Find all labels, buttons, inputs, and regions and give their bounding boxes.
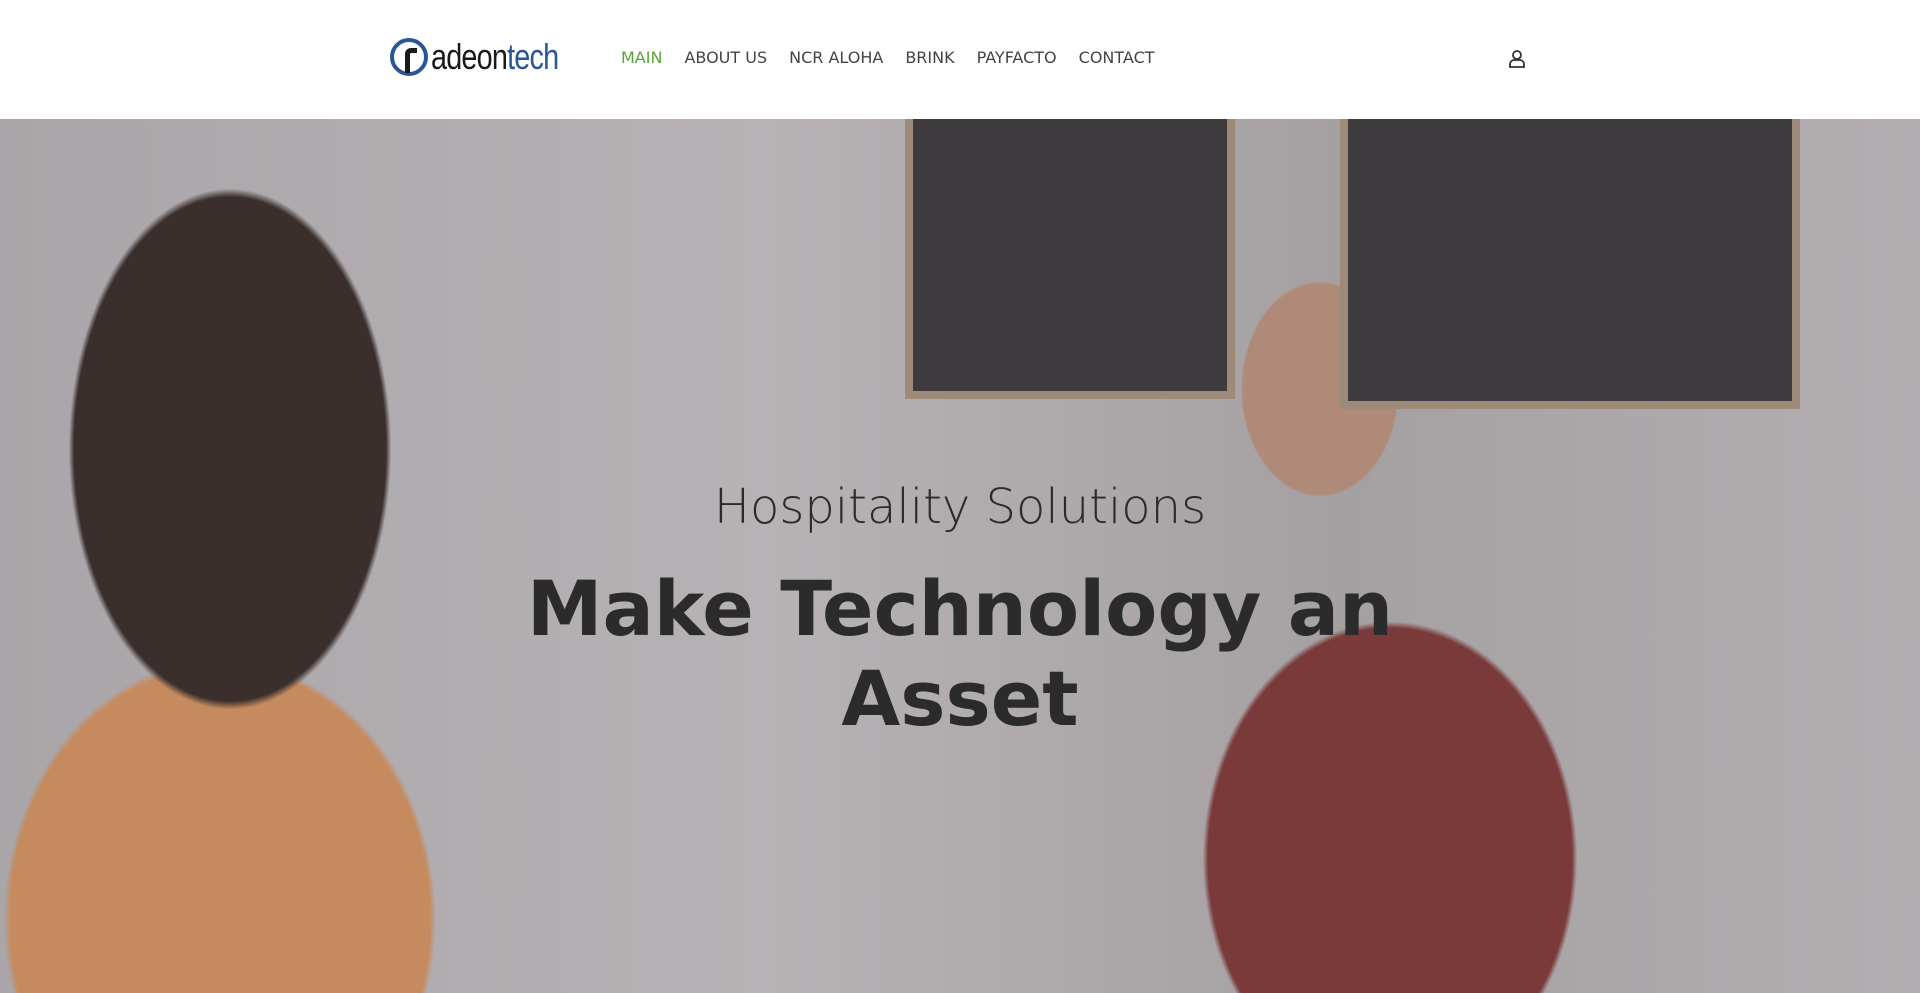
hero-title: Make Technology an Asset	[526, 564, 1394, 743]
nav-main[interactable]: MAIN	[621, 48, 662, 67]
site-header: adeontech MAIN ABOUT US NCR ALOHA BRINK …	[0, 0, 1920, 119]
nav-payfacto[interactable]: PAYFACTO	[977, 48, 1057, 67]
hero-banner: Hospitality Solutions Make Technology an…	[0, 119, 1920, 993]
main-nav: MAIN ABOUT US NCR ALOHA BRINK PAYFACTO C…	[621, 48, 1155, 67]
logo-text-tech: tech	[507, 36, 559, 77]
menu-board-image	[1340, 119, 1800, 409]
hero-subtitle: Hospitality Solutions	[713, 479, 1207, 535]
logo-text: adeon	[431, 36, 508, 77]
nav-about-us[interactable]: ABOUT US	[684, 48, 767, 67]
menu-board-image	[905, 119, 1235, 399]
logo-mark	[390, 38, 428, 76]
user-icon[interactable]	[1507, 49, 1527, 69]
nav-brink[interactable]: BRINK	[905, 48, 954, 67]
nav-ncr-aloha[interactable]: NCR ALOHA	[789, 48, 883, 67]
nav-contact[interactable]: CONTACT	[1079, 48, 1155, 67]
logo[interactable]: adeontech	[390, 38, 590, 76]
